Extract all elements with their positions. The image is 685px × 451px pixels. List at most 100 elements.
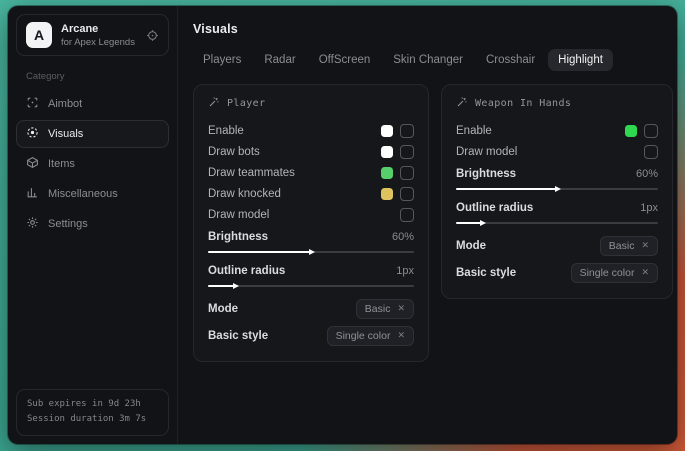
outline-radius-slider[interactable] [456, 222, 658, 224]
mode-chip[interactable]: Basic ✕ [356, 299, 414, 319]
gear-icon [26, 216, 39, 232]
target-icon[interactable] [146, 29, 159, 42]
close-icon[interactable]: ✕ [641, 267, 649, 278]
sidebar-item-label: Settings [48, 218, 88, 230]
slider-label: Brightness [208, 231, 268, 243]
slider-value: 60% [636, 168, 658, 180]
chip-value: Single color [580, 267, 635, 279]
checkbox[interactable] [400, 145, 414, 159]
sidebar-item-label: Miscellaneous [48, 188, 118, 200]
sidebar-item-settings[interactable]: Settings [16, 210, 169, 238]
subscription-info-card: Sub expires in 9d 23h Session duration 3… [16, 389, 169, 437]
slider-thumb[interactable] [309, 249, 315, 255]
slider-thumb[interactable] [555, 186, 561, 192]
slider-label: Outline radius [456, 202, 533, 214]
basic-style-chip[interactable]: Single color ✕ [571, 263, 658, 283]
checkbox[interactable] [400, 208, 414, 222]
chip-value: Basic [609, 240, 635, 252]
select-label: Mode [456, 240, 486, 252]
select-label: Basic style [208, 330, 268, 342]
slider-thumb[interactable] [233, 283, 239, 289]
slider-row-brightness: Brightness 60% [208, 228, 414, 253]
color-swatch[interactable] [381, 188, 393, 200]
checkbox[interactable] [644, 145, 658, 159]
panel-title: Player [227, 98, 266, 109]
select-row-basic-style: Basic style Single color ✕ [208, 323, 414, 348]
category-label: Category [26, 71, 169, 82]
checkbox[interactable] [400, 124, 414, 138]
sidebar-item-aimbot[interactable]: Aimbot [16, 90, 169, 118]
panels-container: Player Enable Draw bots [193, 84, 673, 362]
close-icon[interactable]: ✕ [397, 303, 405, 314]
tab-highlight[interactable]: Highlight [548, 49, 613, 71]
slider-value: 60% [392, 231, 414, 243]
color-swatch[interactable] [625, 125, 637, 137]
slider-value: 1px [640, 202, 658, 214]
misc-icon [26, 186, 39, 202]
toggle-label: Enable [208, 125, 244, 137]
slider-row-brightness: Brightness 60% [456, 165, 658, 190]
player-panel: Player Enable Draw bots [193, 84, 429, 362]
wand-icon [456, 96, 468, 111]
checkbox[interactable] [400, 187, 414, 201]
toggle-row-draw-model: Draw model [208, 204, 414, 225]
slider-row-outline-radius: Outline radius 1px [456, 199, 658, 224]
app-window: A Arcane for Apex Legends Category Aimbo… [8, 6, 677, 444]
close-icon[interactable]: ✕ [641, 240, 649, 251]
tab-skin-changer[interactable]: Skin Changer [383, 49, 473, 71]
main-content: Visuals Players Radar OffScreen Skin Cha… [178, 6, 677, 444]
color-swatch[interactable] [381, 167, 393, 179]
tab-offscreen[interactable]: OffScreen [309, 49, 381, 71]
sidebar-item-label: Aimbot [48, 98, 82, 110]
items-icon [26, 156, 39, 172]
session-duration-text: Session duration 3m 7s [27, 412, 158, 428]
close-icon[interactable]: ✕ [397, 330, 405, 341]
checkbox[interactable] [400, 166, 414, 180]
weapon-in-hands-panel: Weapon In Hands Enable Draw model [441, 84, 673, 299]
sidebar-item-visuals[interactable]: Visuals [16, 120, 169, 148]
sidebar-item-items[interactable]: Items [16, 150, 169, 178]
panel-title: Weapon In Hands [475, 98, 571, 109]
select-row-mode: Mode Basic ✕ [456, 233, 658, 258]
checkbox[interactable] [644, 124, 658, 138]
toggle-label: Draw bots [208, 146, 260, 158]
slider-thumb[interactable] [480, 220, 486, 226]
wand-icon [208, 96, 220, 111]
toggle-row-draw-model: Draw model [456, 141, 658, 162]
tab-radar[interactable]: Radar [254, 49, 305, 71]
sidebar-item-label: Visuals [48, 128, 83, 140]
basic-style-chip[interactable]: Single color ✕ [327, 326, 414, 346]
tab-bar: Players Radar OffScreen Skin Changer Cro… [193, 49, 673, 71]
select-label: Basic style [456, 267, 516, 279]
toggle-label: Enable [456, 125, 492, 137]
app-logo: A [26, 22, 52, 48]
visuals-icon [26, 126, 39, 142]
toggle-label: Draw knocked [208, 188, 281, 200]
outline-radius-slider[interactable] [208, 285, 414, 287]
toggle-label: Draw model [208, 209, 269, 221]
brightness-slider[interactable] [456, 188, 658, 190]
tab-crosshair[interactable]: Crosshair [476, 49, 545, 71]
toggle-label: Draw model [456, 146, 517, 158]
toggle-row-enable: Enable [208, 120, 414, 141]
color-swatch[interactable] [381, 146, 393, 158]
select-label: Mode [208, 303, 238, 315]
app-title: Arcane [61, 23, 135, 35]
tab-players[interactable]: Players [193, 49, 251, 71]
sidebar: A Arcane for Apex Legends Category Aimbo… [8, 6, 178, 444]
sidebar-item-label: Items [48, 158, 75, 170]
chip-value: Basic [365, 303, 391, 315]
toggle-row-draw-knocked: Draw knocked [208, 183, 414, 204]
toggle-row-draw-teammates: Draw teammates [208, 162, 414, 183]
slider-label: Outline radius [208, 265, 285, 277]
brightness-slider[interactable] [208, 251, 414, 253]
mode-chip[interactable]: Basic ✕ [600, 236, 658, 256]
logo-card: A Arcane for Apex Legends [16, 14, 169, 56]
app-subtitle: for Apex Legends [61, 37, 135, 48]
sidebar-item-miscellaneous[interactable]: Miscellaneous [16, 180, 169, 208]
color-swatch[interactable] [381, 125, 393, 137]
slider-value: 1px [396, 265, 414, 277]
select-row-mode: Mode Basic ✕ [208, 296, 414, 321]
sub-expires-text: Sub expires in 9d 23h [27, 397, 158, 413]
toggle-label: Draw teammates [208, 167, 295, 179]
